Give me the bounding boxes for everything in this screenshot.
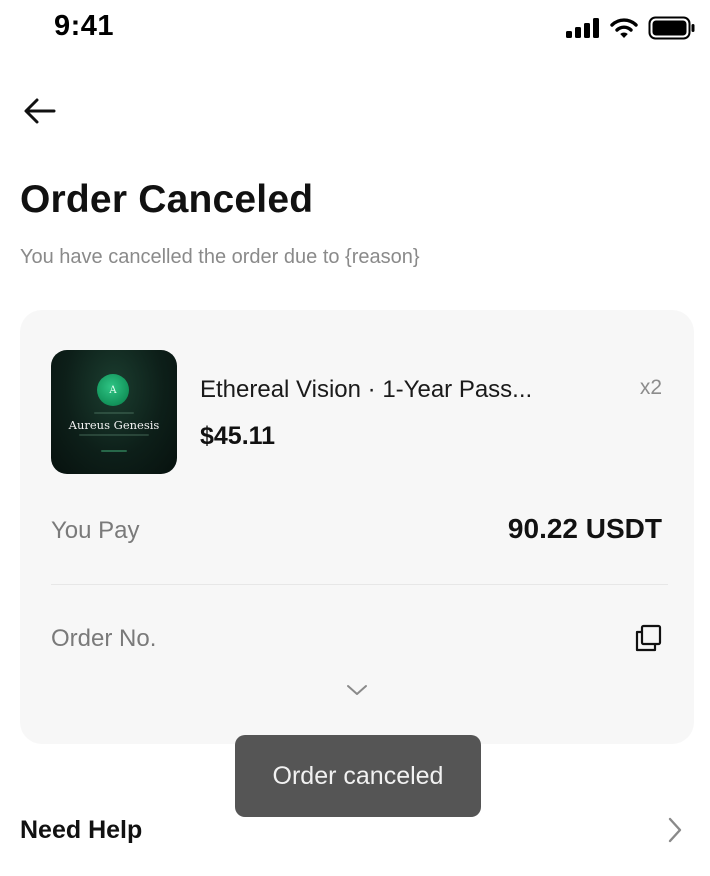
back-button[interactable]	[22, 94, 58, 128]
status-bar: 9:41	[0, 0, 710, 56]
wifi-icon	[610, 18, 638, 38]
thumbnail-name: Aureus Genesis	[68, 418, 160, 432]
thumbnail-decoration	[94, 412, 134, 414]
battery-icon	[648, 16, 695, 40]
status-time: 9:41	[54, 10, 115, 42]
you-pay-label: You Pay	[51, 517, 140, 544]
you-pay-value: 90.22 USDT	[507, 513, 662, 544]
expand-details-button[interactable]	[343, 680, 371, 700]
product-price: $45.11	[200, 422, 276, 450]
chevron-down-icon	[347, 685, 367, 695]
product-quantity: x2	[639, 376, 662, 399]
page-title: Order Canceled	[20, 178, 314, 221]
toast-notification: Order canceled	[235, 735, 481, 817]
divider	[51, 584, 668, 585]
page-subtitle: You have cancelled the order due to {rea…	[20, 246, 420, 268]
need-help-label: Need Help	[20, 816, 143, 844]
thumbnail-decoration	[79, 434, 149, 436]
arrow-left-icon	[24, 98, 56, 124]
thumbnail-logo: A	[97, 374, 129, 406]
cellular-signal-icon	[566, 18, 599, 38]
product-name: Ethereal Vision · 1-Year Pass...	[200, 376, 533, 403]
thumbnail-decoration	[101, 450, 127, 452]
order-number-label: Order No.	[51, 625, 157, 652]
order-card: A Aureus Genesis Ethereal Vision · 1-Yea…	[20, 310, 694, 744]
order-number-value-redacted	[302, 626, 622, 650]
chevron-right-icon	[668, 817, 682, 843]
copy-button[interactable]	[634, 624, 662, 652]
status-icons	[566, 14, 696, 42]
copy-icon	[635, 624, 662, 652]
toast-message: Order canceled	[272, 761, 444, 790]
product-thumbnail[interactable]: A Aureus Genesis	[51, 350, 177, 474]
